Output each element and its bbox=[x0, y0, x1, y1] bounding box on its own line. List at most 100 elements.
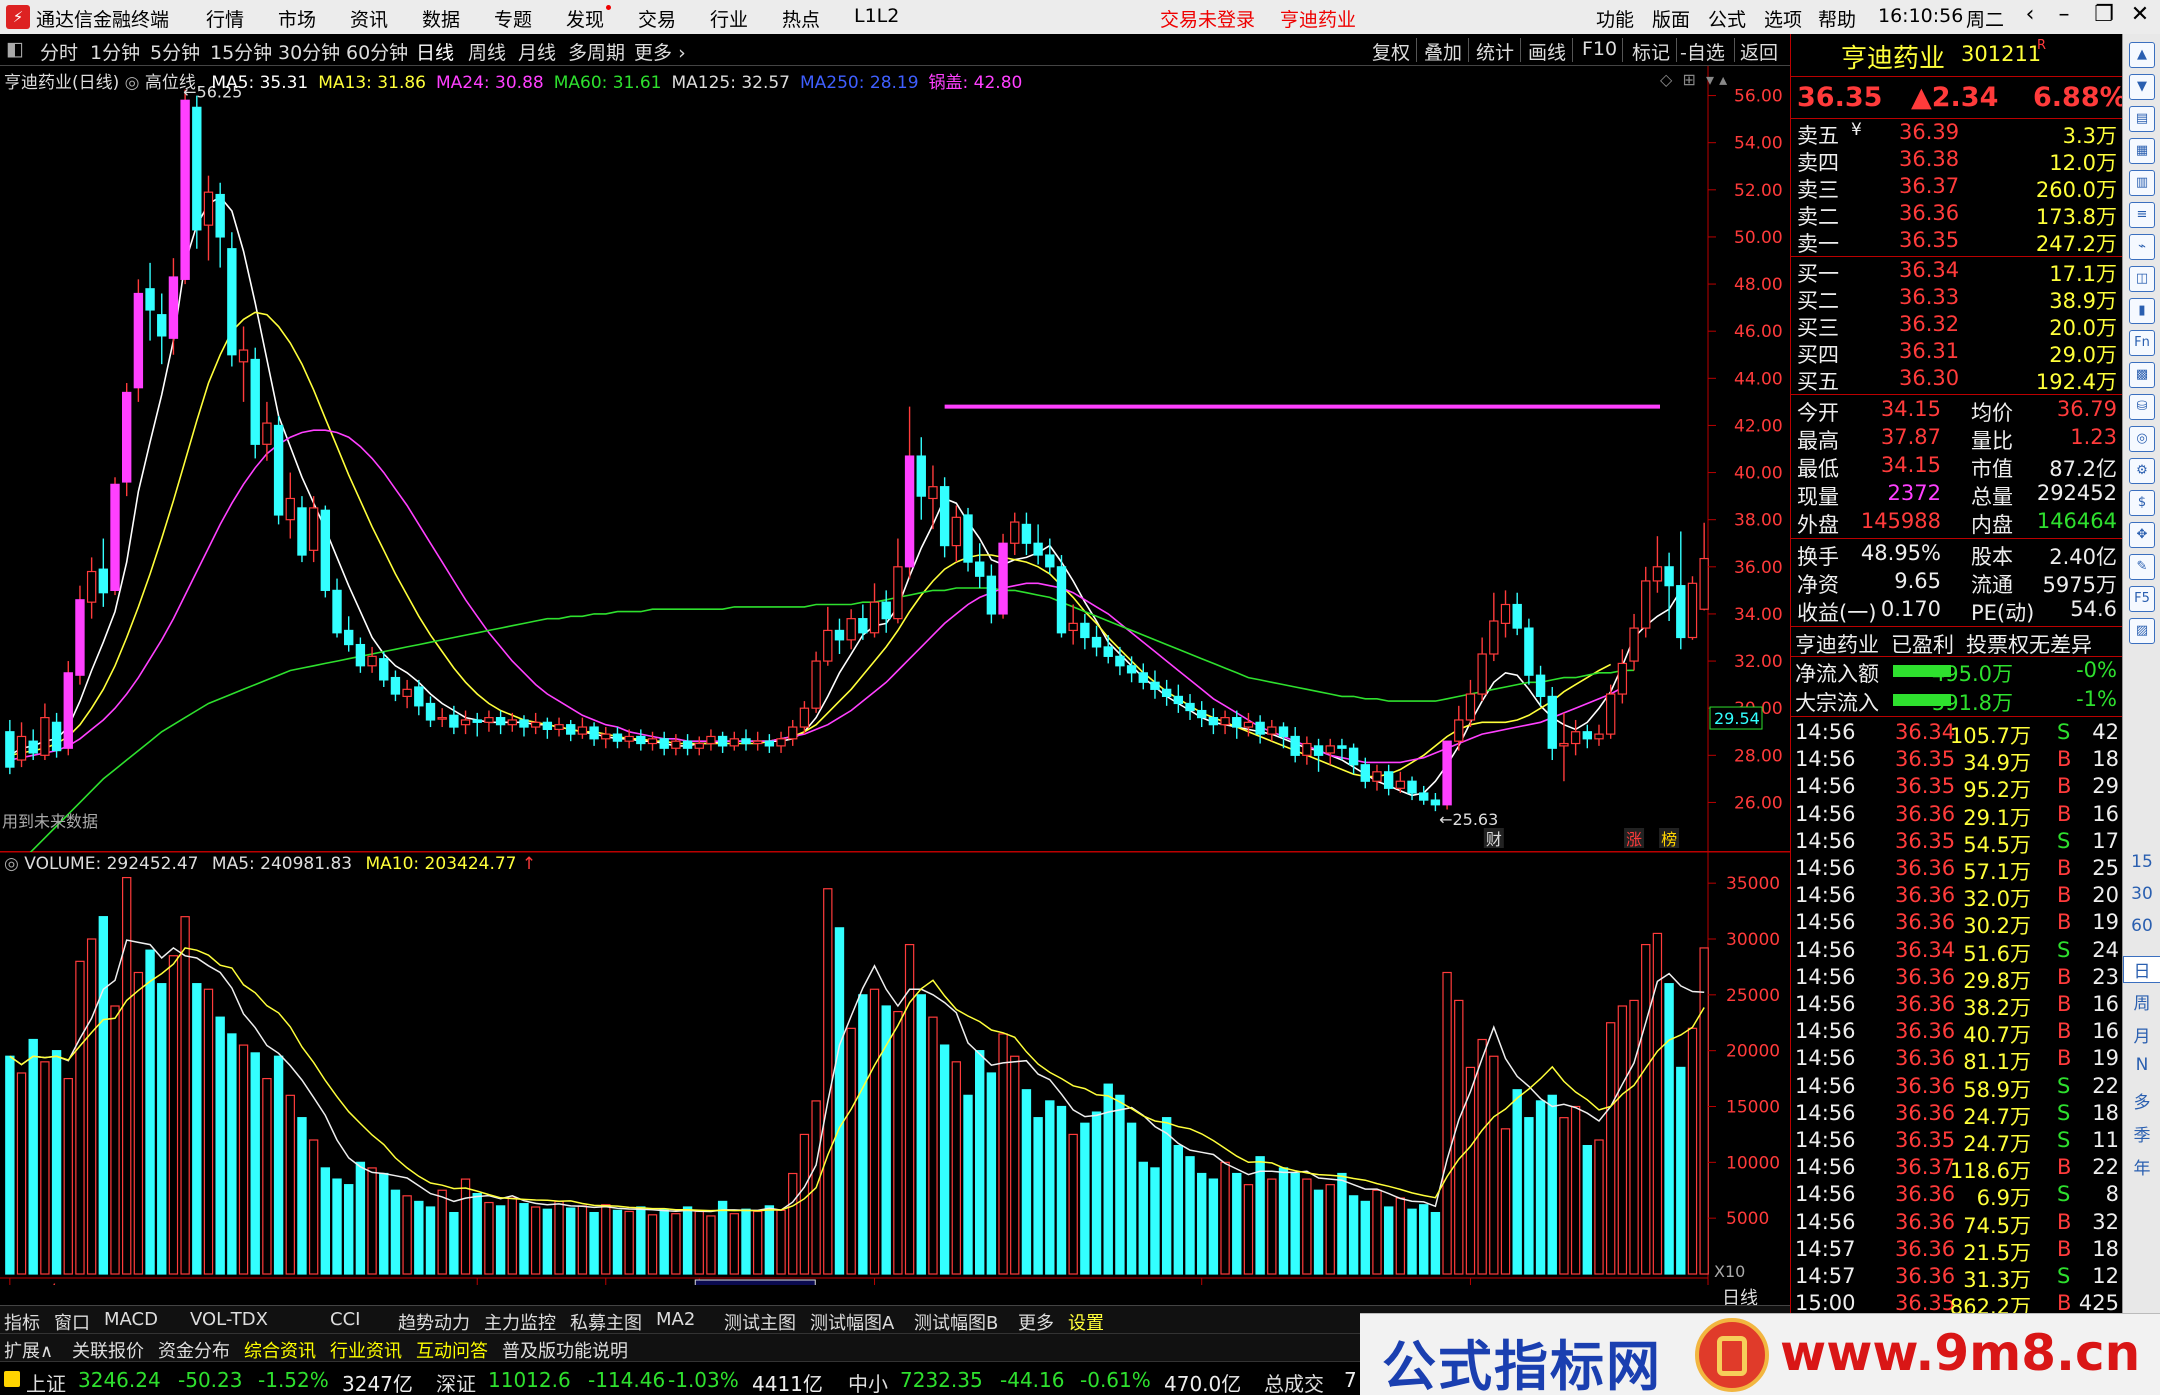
period-multi[interactable]: 多周期 bbox=[568, 38, 625, 65]
volume-toggle-icon[interactable]: ◎ bbox=[4, 854, 19, 874]
btn-biaoji[interactable]: 标记 bbox=[1632, 38, 1670, 65]
menu-l1l2[interactable]: L1L2 bbox=[854, 5, 899, 27]
indicator-tab[interactable]: 测试主图 bbox=[724, 1309, 796, 1335]
period-more[interactable]: 更多 › bbox=[634, 38, 686, 65]
up-arrow-icon[interactable]: ▲ bbox=[2129, 42, 2155, 68]
list-icon[interactable]: ≡ bbox=[2129, 202, 2155, 228]
bid-row[interactable]: 买五 36.30 192.4万 bbox=[1791, 366, 2123, 394]
bottom-tab[interactable]: 行业资讯 bbox=[330, 1337, 402, 1363]
grid-icon[interactable]: ▩ bbox=[2129, 362, 2155, 388]
stock-tag[interactable]: 投票权无差异 bbox=[1966, 629, 2092, 659]
bid-row[interactable]: 买三 36.32 20.0万 bbox=[1791, 312, 2123, 340]
market-index-name[interactable]: 中小 bbox=[848, 1368, 888, 1395]
menu-zixun[interactable]: 资讯 bbox=[350, 5, 388, 32]
chart-icon[interactable]: ▦ bbox=[2129, 138, 2155, 164]
indicator-tab[interactable]: 更多 bbox=[1018, 1309, 1054, 1335]
window-close-icon[interactable]: ✕ bbox=[2124, 2, 2156, 27]
indicator-tab[interactable]: 测试幅图B bbox=[914, 1309, 998, 1335]
bottom-tab[interactable]: 互动问答 bbox=[416, 1337, 488, 1363]
period-1min[interactable]: 1分钟 bbox=[90, 38, 140, 65]
btn-diejia[interactable]: 叠加 bbox=[1424, 38, 1462, 65]
ask-row[interactable]: 卖二 36.36 173.8万 bbox=[1791, 201, 2123, 229]
stack-icon[interactable]: ▨ bbox=[2129, 618, 2155, 644]
period-daily[interactable]: 日线 bbox=[416, 38, 454, 65]
line-icon[interactable]: ⌁ bbox=[2129, 234, 2155, 260]
bottom-tab[interactable]: 综合资讯 bbox=[244, 1337, 316, 1363]
indicator-tab[interactable]: 测试幅图A bbox=[810, 1309, 894, 1335]
indicator-name[interactable]: 高位线 bbox=[145, 73, 196, 93]
window-minimize-icon[interactable]: – bbox=[2048, 2, 2080, 27]
indicator-tab[interactable]: 设置 bbox=[1068, 1309, 1104, 1335]
quote-stock-name[interactable]: 亨迪药业 bbox=[1841, 38, 1945, 75]
side-period-1[interactable]: 周 bbox=[2123, 989, 2160, 1014]
price-chart-pane[interactable]: 56.00 54.00 52.00 50.00 48.00 46.00 44.00 42.00… bbox=[0, 66, 1790, 874]
menu-gongneng[interactable]: 功能 bbox=[1596, 5, 1634, 32]
bar-icon[interactable]: ▥ bbox=[2129, 170, 2155, 196]
side-period-3[interactable]: N bbox=[2123, 1055, 2160, 1075]
menu-zhuanti[interactable]: 专题 bbox=[494, 5, 532, 32]
indicator-tab[interactable]: 主力监控 bbox=[484, 1309, 556, 1335]
window-restore-icon[interactable]: ❐ bbox=[2088, 2, 2120, 27]
pen-icon[interactable]: ✎ bbox=[2129, 554, 2155, 580]
btn-zixuan[interactable]: -自选 bbox=[1680, 38, 1725, 65]
coin-icon[interactable]: $ bbox=[2129, 490, 2155, 516]
period-fenshi[interactable]: 分时 bbox=[40, 38, 78, 65]
text-icon[interactable]: Fn bbox=[2129, 330, 2155, 356]
indicator-toggle-icon[interactable]: ◎ bbox=[125, 73, 140, 93]
candle-icon[interactable]: ◫ bbox=[2129, 266, 2155, 292]
stock-tag[interactable]: 亨迪药业 bbox=[1795, 629, 1879, 659]
60-icon[interactable]: 60 bbox=[2123, 916, 2160, 936]
btn-fuquan[interactable]: 复权 bbox=[1372, 38, 1410, 65]
fs-icon[interactable]: F5 bbox=[2129, 586, 2155, 612]
btn-f10[interactable]: F10 bbox=[1582, 38, 1617, 60]
menu-hangye[interactable]: 行业 bbox=[710, 5, 748, 32]
indicator-tab[interactable]: MA2 bbox=[656, 1309, 695, 1330]
15-icon[interactable]: 15 bbox=[2123, 852, 2160, 872]
bank-icon[interactable]: ⛁ bbox=[2129, 394, 2155, 420]
period-weekly[interactable]: 周线 bbox=[468, 38, 506, 65]
side-period-4[interactable]: 多 bbox=[2123, 1088, 2160, 1113]
bottom-tab[interactable]: 资金分布 bbox=[158, 1337, 230, 1363]
menu-hangqing[interactable]: 行情 bbox=[206, 5, 244, 32]
indicator-tab[interactable]: 趋势动力 bbox=[398, 1309, 470, 1335]
volume-chart-pane[interactable]: 35000 30000 25000 20000 15000 10000 5000 2022年… bbox=[0, 851, 1790, 1309]
page-icon[interactable]: ▤ bbox=[2129, 106, 2155, 132]
ask-row[interactable]: 卖一 36.35 247.2万 bbox=[1791, 228, 2123, 256]
circle-icon[interactable]: ◎ bbox=[2129, 426, 2155, 452]
ask-row[interactable]: 卖五 ¥36.39 3.3万 bbox=[1791, 120, 2123, 148]
period-60min[interactable]: 60分钟 bbox=[346, 38, 408, 65]
30-icon[interactable]: 30 bbox=[2123, 884, 2160, 904]
side-period-6[interactable]: 年 bbox=[2123, 1154, 2160, 1179]
indicator-tab[interactable]: 窗口 bbox=[54, 1309, 90, 1335]
side-period-0[interactable]: 日 bbox=[2123, 956, 2160, 983]
move-icon[interactable]: ✥ bbox=[2129, 522, 2155, 548]
menu-jiaoyi[interactable]: 交易 bbox=[638, 5, 676, 32]
bottom-tab[interactable]: 普及版功能说明 bbox=[502, 1337, 628, 1363]
menu-shichang[interactable]: 市场 bbox=[278, 5, 316, 32]
menu-xuanxiang[interactable]: 选项 bbox=[1764, 5, 1802, 32]
bid-row[interactable]: 买一 36.34 17.1万 bbox=[1791, 258, 2123, 286]
trade-login-status[interactable]: 交易未登录 bbox=[1160, 5, 1255, 32]
menu-faxian[interactable]: 发现 bbox=[566, 5, 612, 32]
menu-gongshi[interactable]: 公式 bbox=[1708, 5, 1746, 32]
stock-tags[interactable]: 亨迪药业 已盈利 投票权无差异 bbox=[1791, 629, 2123, 659]
period-15min[interactable]: 15分钟 bbox=[210, 38, 272, 65]
indicator-tab[interactable]: 私募主图 bbox=[570, 1309, 642, 1335]
volume-chart-svg[interactable]: 35000 30000 25000 20000 15000 10000 5000 2022年… bbox=[0, 851, 1790, 1303]
down-arrow-icon[interactable]: ▼ bbox=[2129, 74, 2155, 100]
btn-huaxian[interactable]: 画线 bbox=[1528, 38, 1566, 65]
fund-icon[interactable]: ▮ bbox=[2129, 298, 2155, 324]
window-back-icon[interactable]: ‹ bbox=[2014, 2, 2046, 27]
indicator-tab[interactable]: 指标 bbox=[4, 1309, 40, 1335]
menu-bangzhu[interactable]: 帮助 bbox=[1818, 5, 1856, 32]
indicator-tab[interactable]: MACD bbox=[104, 1309, 158, 1330]
price-chart-svg[interactable]: 56.00 54.00 52.00 50.00 48.00 46.00 44.00 42.00… bbox=[0, 66, 1790, 874]
bid-row[interactable]: 买四 36.31 29.0万 bbox=[1791, 339, 2123, 367]
side-period-5[interactable]: 季 bbox=[2123, 1121, 2160, 1146]
indicator-tab[interactable]: CCI bbox=[330, 1309, 360, 1330]
pane-controls[interactable]: ◇ ⊞ ▾ ▴ bbox=[1660, 70, 1727, 89]
collapse-icon[interactable]: ◧ bbox=[6, 38, 24, 60]
menu-banmian[interactable]: 版面 bbox=[1652, 5, 1690, 32]
menu-redian[interactable]: 热点 bbox=[782, 5, 820, 32]
bid-row[interactable]: 买二 36.33 38.9万 bbox=[1791, 285, 2123, 313]
